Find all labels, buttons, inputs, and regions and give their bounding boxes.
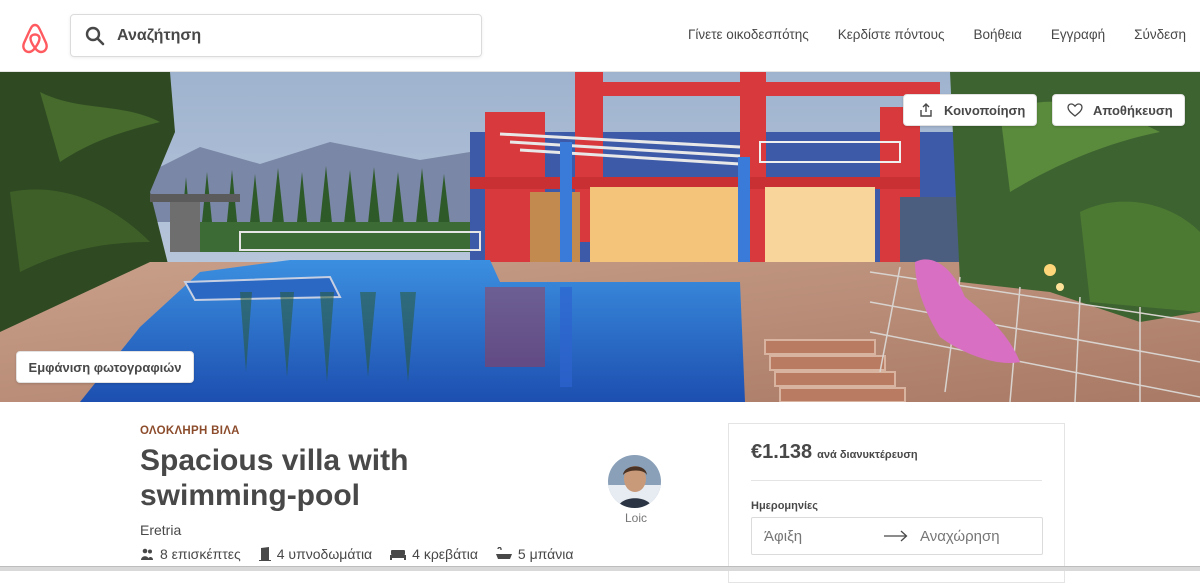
guests-text: 8 επισκέπτες bbox=[160, 546, 241, 562]
baths-text: 5 μπάνια bbox=[517, 546, 574, 562]
view-photos-label: Εμφάνιση φωτογραφιών bbox=[28, 359, 182, 375]
per-night-label: ανά διανυκτέρευση bbox=[817, 449, 918, 461]
bed-icon bbox=[390, 550, 407, 560]
bedrooms-text: 4 υπνοδωμάτια bbox=[276, 546, 373, 562]
listing-location[interactable]: Eretria bbox=[140, 522, 680, 538]
top-header: Γίνετε οικοδεσπότης Κερδίστε πόντους Βοή… bbox=[0, 0, 1200, 72]
host-profile[interactable]: Loic bbox=[608, 455, 664, 525]
dates-picker[interactable]: Άφιξη Αναχώρηση bbox=[751, 517, 1043, 555]
search-input[interactable] bbox=[117, 23, 467, 49]
hero-photo[interactable]: Κοινοποίηση Αποθήκευση Εμφάνιση φωτογραφ… bbox=[0, 72, 1200, 402]
bottom-strip bbox=[0, 566, 1200, 571]
host-name[interactable]: Loic bbox=[608, 511, 664, 525]
arrow-right-icon bbox=[884, 530, 908, 542]
amenities-row: 8 επισκέπτες 4 υπνοδωμάτια 4 κρεβάτια 5 … bbox=[140, 546, 591, 562]
amenity-beds: 4 κρεβάτια bbox=[390, 546, 478, 562]
airbnb-logo-icon[interactable] bbox=[20, 22, 50, 54]
save-label: Αποθήκευση bbox=[1093, 102, 1173, 118]
bathtub-icon bbox=[495, 547, 512, 559]
amenity-baths: 5 μπάνια bbox=[495, 546, 574, 562]
search-icon bbox=[85, 26, 105, 46]
nav-signup[interactable]: Εγγραφή bbox=[1051, 27, 1105, 42]
share-button[interactable]: Κοινοποίηση bbox=[903, 94, 1037, 126]
booking-card: €1.138 ανά διανυκτέρευση Ημερομηνίες Άφι… bbox=[728, 423, 1065, 583]
heart-icon bbox=[1067, 103, 1083, 117]
listing-title: Spacious villa with swimming-pool bbox=[140, 444, 409, 512]
booking-divider bbox=[751, 480, 1042, 481]
save-button[interactable]: Αποθήκευση bbox=[1052, 94, 1185, 126]
amenity-guests: 8 επισκέπτες bbox=[140, 546, 241, 562]
listing-type: ΟΛΟΚΛΗΡΗ ΒΙΛΑ bbox=[140, 425, 240, 437]
price-row: €1.138 ανά διανυκτέρευση bbox=[751, 441, 918, 464]
listing-summary: ΟΛΟΚΛΗΡΗ ΒΙΛΑ Spacious villa with swimmi… bbox=[140, 425, 680, 562]
dates-label: Ημερομηνίες bbox=[751, 500, 818, 512]
nav-become-host[interactable]: Γίνετε οικοδεσπότης bbox=[688, 27, 809, 42]
beds-text: 4 κρεβάτια bbox=[412, 546, 478, 562]
search-bar[interactable] bbox=[70, 14, 482, 57]
view-photos-button[interactable]: Εμφάνιση φωτογραφιών bbox=[16, 351, 194, 383]
share-icon bbox=[920, 103, 932, 117]
door-icon bbox=[258, 547, 271, 561]
share-label: Κοινοποίηση bbox=[944, 102, 1026, 118]
checkout-field[interactable]: Αναχώρηση bbox=[920, 528, 1000, 545]
nav-help[interactable]: Βοήθεια bbox=[974, 27, 1022, 42]
nav-login[interactable]: Σύνδεση bbox=[1134, 27, 1186, 42]
host-avatar[interactable] bbox=[608, 455, 661, 508]
amenity-bedrooms: 4 υπνοδωμάτια bbox=[258, 546, 373, 562]
guests-icon bbox=[141, 548, 153, 560]
nav-earn-credit[interactable]: Κερδίστε πόντους bbox=[838, 27, 945, 42]
nightly-price: €1.138 bbox=[751, 441, 813, 463]
top-nav: Γίνετε οικοδεσπότης Κερδίστε πόντους Βοή… bbox=[659, 27, 1186, 42]
checkin-field[interactable]: Άφιξη bbox=[764, 528, 884, 545]
